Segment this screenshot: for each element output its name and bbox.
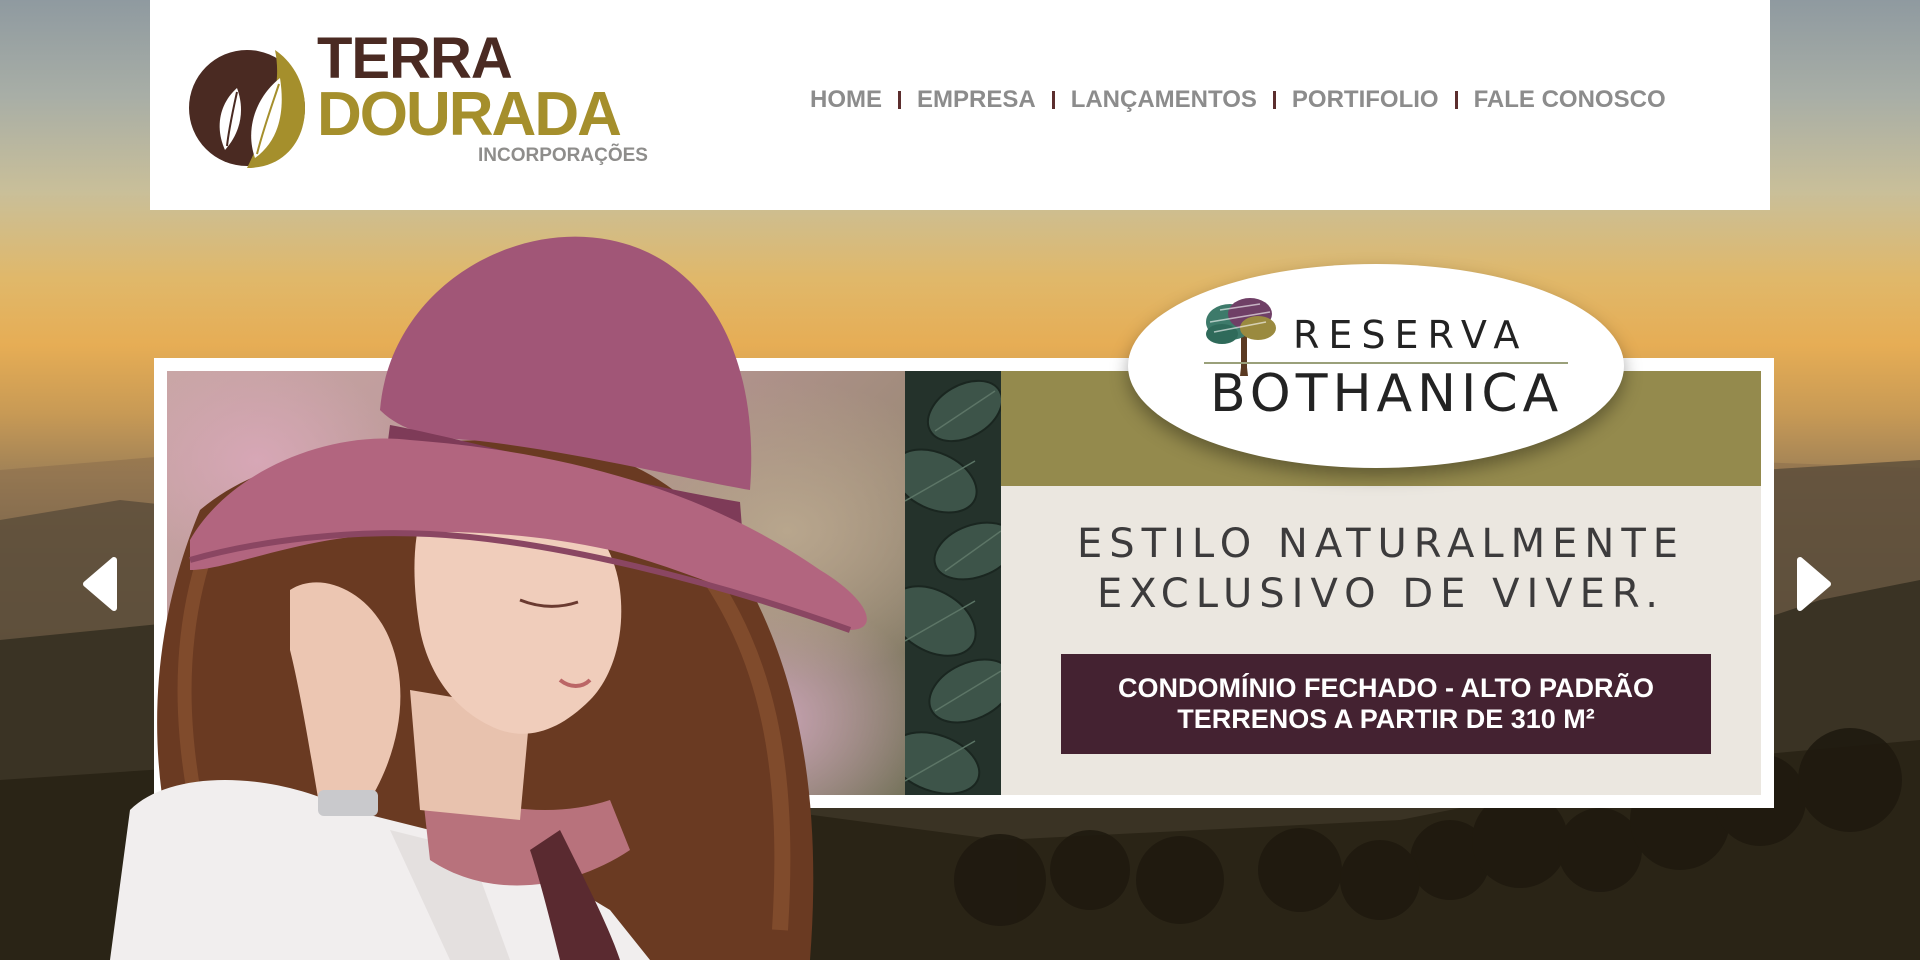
cta-banner[interactable]: CONDOMÍNIO FECHADO - ALTO PADRÃO TERRENO… (1061, 654, 1711, 754)
main-nav: HOME EMPRESA LANÇAMENTOS PORTIFOLIO FALE… (810, 84, 1666, 116)
cta-line-2: TERRENOS A PARTIR DE 310 M² (1177, 704, 1595, 734)
nav-separator (1272, 91, 1276, 109)
nav-fale-conosco[interactable]: FALE CONOSCO (1474, 86, 1666, 114)
site-header: TERRA DOURADA INCORPORAÇÕES HOME EMPRESA… (150, 0, 1770, 210)
leaf-logo-icon (189, 50, 305, 168)
chevron-right-icon[interactable] (1796, 556, 1836, 612)
slide-tagline: ESTILO NATURALMENTE EXCLUSIVO DE VIVER. (1001, 519, 1761, 619)
nav-separator (1051, 91, 1055, 109)
nav-separator (898, 91, 901, 109)
nav-home[interactable]: HOME (810, 86, 882, 114)
nav-empresa[interactable]: EMPRESA (917, 86, 1036, 114)
nav-separator (1454, 91, 1458, 109)
brand-name-dourada: DOURADA (317, 80, 622, 149)
nav-lancamentos[interactable]: LANÇAMENTOS (1071, 86, 1257, 114)
cta-line-1: CONDOMÍNIO FECHADO - ALTO PADRÃO (1118, 673, 1654, 703)
brand-logo[interactable]: TERRA DOURADA INCORPORAÇÕES (185, 30, 655, 175)
tagline-line-1: ESTILO NATURALMENTE (1076, 521, 1686, 567)
badge-reserva: RESERVA (1293, 313, 1529, 357)
reserva-bothanica-badge: RESERVA BOTHANICA (1128, 264, 1624, 468)
nav-portifolio[interactable]: PORTIFOLIO (1292, 86, 1439, 114)
badge-bothanica: BOTHANICA (1210, 364, 1564, 424)
brand-subtitle: INCORPORAÇÕES (478, 145, 648, 166)
tagline-line-2: EXCLUSIVO DE VIVER. (1097, 571, 1665, 617)
woman-with-hat-image (110, 236, 867, 960)
